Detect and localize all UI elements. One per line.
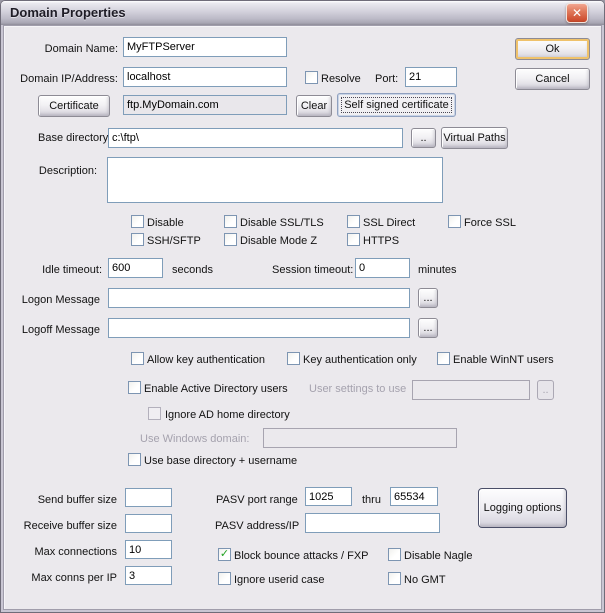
check-icon: ✓ xyxy=(220,548,229,560)
https-checkbox[interactable] xyxy=(347,233,360,246)
ignore-userid-case-checkbox[interactable] xyxy=(218,572,231,585)
windows-domain-label: Use Windows domain: xyxy=(140,432,249,446)
disable-checkbox[interactable] xyxy=(131,215,144,228)
enable-ad-checkbox[interactable] xyxy=(128,381,141,394)
max-conns-per-ip-label: Max conns per IP xyxy=(10,571,117,585)
user-settings-browse-button: .. xyxy=(537,380,554,400)
dialog-title: Domain Properties xyxy=(10,5,126,20)
send-buffer-input[interactable] xyxy=(125,488,172,507)
description-textarea[interactable] xyxy=(107,157,443,203)
ssl-direct-checkbox[interactable] xyxy=(347,215,360,228)
pasv-port-from-input[interactable] xyxy=(305,487,352,506)
send-buffer-label: Send buffer size xyxy=(10,493,117,507)
user-settings-label: User settings to use xyxy=(309,382,406,396)
logoff-message-input[interactable] xyxy=(108,318,410,338)
base-directory-browse-button[interactable]: .. xyxy=(411,128,436,148)
domain-properties-dialog: Domain Properties ✕ Domain Name: Domain … xyxy=(0,0,605,613)
logoff-message-browse-button[interactable]: ... xyxy=(418,318,438,338)
no-gmt-checkbox[interactable] xyxy=(388,572,401,585)
max-connections-label: Max connections xyxy=(10,545,117,559)
close-icon[interactable]: ✕ xyxy=(566,3,588,23)
ok-button[interactable]: Ok xyxy=(515,38,590,60)
allow-key-auth-checkbox[interactable] xyxy=(131,352,144,365)
port-label: Port: xyxy=(375,72,398,86)
idle-timeout-input[interactable] xyxy=(108,258,163,278)
cancel-button[interactable]: Cancel xyxy=(515,68,590,90)
pasv-port-range-label: PASV port range xyxy=(216,493,298,507)
domain-ip-input[interactable] xyxy=(123,67,287,87)
disable-nagle-checkbox[interactable] xyxy=(388,548,401,561)
enable-winnt-checkbox[interactable] xyxy=(437,352,450,365)
session-timeout-input[interactable] xyxy=(355,258,410,278)
idle-timeout-unit: seconds xyxy=(172,263,213,277)
logon-message-input[interactable] xyxy=(108,288,410,308)
certificate-file-field: ftp.MyDomain.com xyxy=(123,95,287,115)
disable-label[interactable]: Disable xyxy=(147,216,184,230)
windows-domain-input xyxy=(263,428,457,448)
enable-winnt-label[interactable]: Enable WinNT users xyxy=(453,353,554,367)
ssl-direct-label[interactable]: SSL Direct xyxy=(363,216,415,230)
clear-button[interactable]: Clear xyxy=(296,95,332,117)
receive-buffer-label: Receive buffer size xyxy=(10,519,117,533)
use-base-username-checkbox[interactable] xyxy=(128,453,141,466)
key-auth-only-label[interactable]: Key authentication only xyxy=(303,353,417,367)
disable-ssl-tls-checkbox[interactable] xyxy=(224,215,237,228)
ignore-ad-home-checkbox xyxy=(148,407,161,420)
pasv-thru-label: thru xyxy=(362,493,381,507)
session-timeout-unit: minutes xyxy=(418,263,457,277)
virtual-paths-button[interactable]: Virtual Paths xyxy=(441,127,508,149)
key-auth-only-checkbox[interactable] xyxy=(287,352,300,365)
domain-name-label: Domain Name: xyxy=(10,42,118,56)
disable-ssl-tls-label[interactable]: Disable SSL/TLS xyxy=(240,216,324,230)
force-ssl-label[interactable]: Force SSL xyxy=(464,216,516,230)
port-input[interactable] xyxy=(405,67,457,87)
certificate-button[interactable]: Certificate xyxy=(38,95,110,117)
allow-key-auth-label[interactable]: Allow key authentication xyxy=(147,353,265,367)
self-signed-certificate-button[interactable]: Self signed certificate xyxy=(337,93,456,117)
pasv-port-to-input[interactable] xyxy=(390,487,438,506)
ssh-sftp-label[interactable]: SSH/SFTP xyxy=(147,234,201,248)
max-connections-input[interactable] xyxy=(125,540,172,559)
resolve-label[interactable]: Resolve xyxy=(321,72,361,86)
description-label: Description: xyxy=(10,164,97,178)
max-conns-per-ip-input[interactable] xyxy=(125,566,172,585)
receive-buffer-input[interactable] xyxy=(125,514,172,533)
ignore-ad-home-label: Ignore AD home directory xyxy=(165,408,290,422)
disable-nagle-label[interactable]: Disable Nagle xyxy=(404,549,472,563)
title-bar[interactable]: Domain Properties xyxy=(1,1,604,25)
use-base-username-label[interactable]: Use base directory + username xyxy=(144,454,297,468)
logon-message-label: Logon Message xyxy=(10,293,100,307)
disable-mode-z-checkbox[interactable] xyxy=(224,233,237,246)
block-bounce-label[interactable]: Block bounce attacks / FXP xyxy=(234,549,369,563)
base-directory-label: Base directory xyxy=(38,131,108,145)
user-settings-input xyxy=(412,380,530,400)
ssh-sftp-checkbox[interactable] xyxy=(131,233,144,246)
idle-timeout-label: Idle timeout: xyxy=(10,263,102,277)
pasv-address-input[interactable] xyxy=(305,513,440,533)
base-directory-input[interactable] xyxy=(108,128,403,148)
logoff-message-label: Logoff Message xyxy=(10,323,100,337)
disable-mode-z-label[interactable]: Disable Mode Z xyxy=(240,234,317,248)
domain-name-input[interactable] xyxy=(123,37,287,57)
resolve-checkbox[interactable] xyxy=(305,71,318,84)
enable-ad-label[interactable]: Enable Active Directory users xyxy=(144,382,288,396)
session-timeout-label: Session timeout: xyxy=(272,263,353,277)
force-ssl-checkbox[interactable] xyxy=(448,215,461,228)
logging-options-button[interactable]: Logging options xyxy=(478,488,567,528)
no-gmt-label[interactable]: No GMT xyxy=(404,573,446,587)
logon-message-browse-button[interactable]: ... xyxy=(418,288,438,308)
block-bounce-checkbox[interactable]: ✓ xyxy=(218,548,231,561)
https-label[interactable]: HTTPS xyxy=(363,234,399,248)
ignore-userid-case-label[interactable]: Ignore userid case xyxy=(234,573,325,587)
pasv-address-label: PASV address/IP xyxy=(215,519,299,533)
domain-ip-label: Domain IP/Address: xyxy=(10,72,118,86)
